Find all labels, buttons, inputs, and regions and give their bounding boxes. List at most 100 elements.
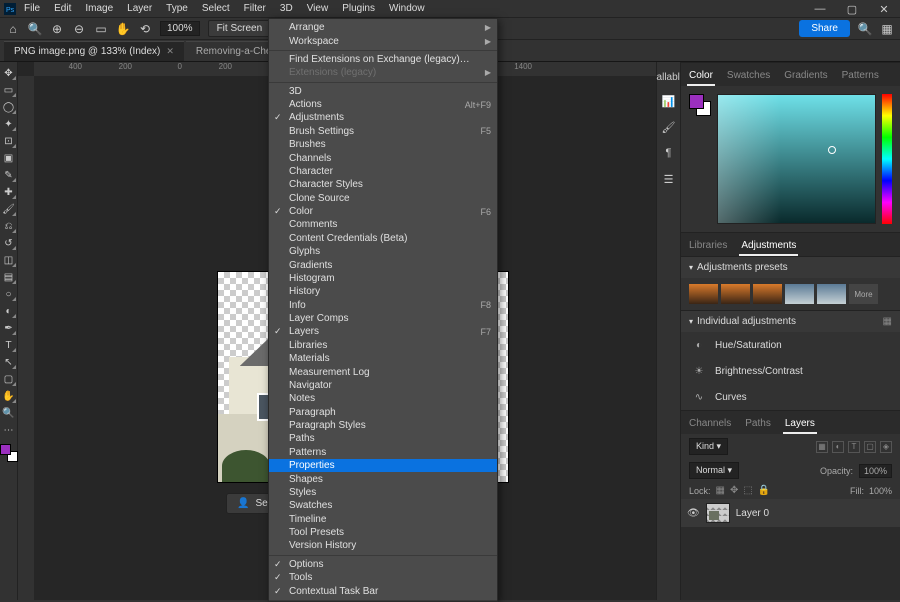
menu-item-comments[interactable]: Comments — [269, 218, 497, 231]
heal-tool-icon[interactable]: ✚ — [2, 185, 16, 199]
menu-file[interactable]: File — [18, 1, 46, 16]
filter-adjust-icon[interactable]: ◐ — [832, 441, 844, 453]
home-icon[interactable]: ⌂ — [6, 22, 20, 36]
menu-item-color[interactable]: ✓ColorF6 — [269, 205, 497, 218]
zoom-in-icon[interactable]: ⊕ — [50, 22, 64, 36]
menu-item-history[interactable]: History — [269, 285, 497, 298]
eraser-tool-icon[interactable]: ◫ — [2, 253, 16, 267]
menu-plugins[interactable]: Plugins — [336, 1, 381, 16]
picker-fg-swatch[interactable] — [689, 94, 704, 109]
zoom-out-icon[interactable]: ⊖ — [72, 22, 86, 36]
crop-tool-icon[interactable]: ⊡ — [2, 134, 16, 148]
tab-adjustments[interactable]: Adjustments — [739, 237, 798, 256]
menu-item-materials[interactable]: Materials — [269, 352, 497, 365]
preset-thumb[interactable] — [689, 284, 718, 304]
menu-item-gradients[interactable]: Gradients — [269, 258, 497, 271]
layer-row[interactable]: 👁 Layer 0 — [681, 499, 900, 528]
menu-3d[interactable]: 3D — [274, 1, 299, 16]
close-icon[interactable]: ✕ — [868, 0, 900, 18]
zoom-tool-icon[interactable]: 🔍 — [28, 22, 42, 36]
filter-type-icon[interactable]: T — [848, 441, 860, 453]
menu-item-clone-source[interactable]: Clone Source — [269, 192, 497, 205]
menu-item-tool-presets[interactable]: Tool Presets — [269, 526, 497, 539]
menu-item-content-credentials-beta-[interactable]: Content Credentials (Beta) — [269, 232, 497, 245]
menu-view[interactable]: View — [301, 1, 335, 16]
move-tool-icon[interactable]: ✥ — [2, 66, 16, 80]
brush-tool-icon[interactable]: 🖌 — [2, 202, 16, 216]
menu-item-options[interactable]: ✓Options — [269, 558, 497, 571]
fit-screen-button[interactable]: Fit Screen — [208, 20, 272, 37]
preset-thumb[interactable] — [721, 284, 750, 304]
share-button[interactable]: Share — [799, 20, 850, 37]
tab-paths[interactable]: Paths — [743, 415, 773, 434]
hue-slider[interactable] — [882, 94, 892, 224]
menu-item-timeline[interactable]: Timeline — [269, 513, 497, 526]
tab-color[interactable]: Color — [687, 67, 715, 86]
preset-thumb[interactable] — [817, 284, 846, 304]
menu-item-info[interactable]: InfoF8 — [269, 299, 497, 312]
history-brush-icon[interactable]: ↺ — [2, 236, 16, 250]
minimize-icon[interactable]: — — [804, 0, 836, 18]
marquee-tool-icon[interactable]: ▭ — [2, 83, 16, 97]
menu-item-tools[interactable]: ✓Tools — [269, 571, 497, 584]
adj-hue-saturation[interactable]: ◐ Hue/Saturation — [681, 332, 900, 358]
menu-item-navigator[interactable]: Navigator — [269, 379, 497, 392]
menu-window[interactable]: Window — [383, 1, 431, 16]
menu-item-libraries[interactable]: Libraries — [269, 339, 497, 352]
menu-item-paths[interactable]: Paths — [269, 432, 497, 445]
layer-name[interactable]: Layer 0 — [736, 508, 769, 519]
tab-gradients[interactable]: Gradients — [782, 67, 829, 86]
menu-item-histogram[interactable]: Histogram — [269, 272, 497, 285]
menu-item-paragraph-styles[interactable]: Paragraph Styles — [269, 419, 497, 432]
menu-item-find-extensions-on-exchange-legacy-[interactable]: Find Extensions on Exchange (legacy)… — [269, 53, 497, 66]
menu-item-measurement-log[interactable]: Measurement Log — [269, 365, 497, 378]
fit-icon[interactable]: ▭ — [94, 22, 108, 36]
lock-position-icon[interactable]: ✥ — [730, 485, 738, 496]
shape-tool-icon[interactable]: ▢ — [2, 372, 16, 386]
menu-item-glyphs[interactable]: Glyphs — [269, 245, 497, 258]
frame-tool-icon[interactable]: ▣ — [2, 151, 16, 165]
preset-thumb[interactable] — [785, 284, 814, 304]
menu-image[interactable]: Image — [79, 1, 119, 16]
lock-all-icon[interactable]: 🔒 — [758, 485, 770, 496]
menu-type[interactable]: Type — [160, 1, 194, 16]
menu-filter[interactable]: Filter — [238, 1, 272, 16]
color-field[interactable] — [717, 94, 876, 224]
zoom-level-input[interactable]: 100% — [160, 21, 200, 36]
hand-icon[interactable]: ✋ — [116, 22, 130, 36]
stamp-tool-icon[interactable]: ⎌ — [2, 219, 16, 233]
menu-item-paragraph[interactable]: Paragraph — [269, 406, 497, 419]
menu-item-notes[interactable]: Notes — [269, 392, 497, 405]
menu-item-3d[interactable]: 3D — [269, 85, 497, 98]
menu-item-styles[interactable]: Styles — [269, 486, 497, 499]
histogram-icon[interactable]: 📊 — [661, 93, 677, 109]
lock-pixels-icon[interactable]: ▦ — [716, 485, 725, 496]
menu-item-actions[interactable]: ActionsAlt+F9 — [269, 98, 497, 111]
maximize-icon[interactable]: ▢ — [836, 0, 868, 18]
filter-shape-icon[interactable]: ▢ — [864, 441, 876, 453]
preset-thumb[interactable] — [753, 284, 782, 304]
menu-item-brush-settings[interactable]: Brush SettingsF5 — [269, 125, 497, 138]
tab-patterns[interactable]: Patterns — [840, 67, 881, 86]
menu-edit[interactable]: Edit — [48, 1, 77, 16]
layer-thumbnail[interactable] — [706, 503, 730, 523]
hand-tool-icon[interactable]: ✋ — [2, 389, 16, 403]
menu-item-properties[interactable]: Properties — [269, 459, 497, 472]
menu-item-patterns[interactable]: Patterns — [269, 446, 497, 459]
blend-mode-select[interactable]: Normal ▾ — [689, 462, 739, 479]
presets-header[interactable]: ▾ Adjustments presets — [681, 256, 900, 278]
filter-pixel-icon[interactable]: ▦ — [816, 441, 828, 453]
tab-swatches[interactable]: Swatches — [725, 67, 772, 86]
tab-layers[interactable]: Layers — [783, 415, 817, 434]
menu-item-contextual-task-bar[interactable]: ✓Contextual Task Bar — [269, 584, 497, 597]
tab-libraries[interactable]: Libraries — [687, 237, 729, 256]
eyedropper-tool-icon[interactable]: ✎ — [2, 168, 16, 182]
tab-channels[interactable]: Channels — [687, 415, 733, 434]
tab-png-image[interactable]: PNG image.png @ 133% (Index) ✕ — [4, 41, 184, 61]
menu-item-brushes[interactable]: Brushes — [269, 138, 497, 151]
menu-layer[interactable]: Layer — [121, 1, 158, 16]
menu-item-layer-comps[interactable]: Layer Comps — [269, 312, 497, 325]
pen-tool-icon[interactable]: ✒ — [2, 321, 16, 335]
menu-item-character[interactable]: Character — [269, 165, 497, 178]
menu-item-layers[interactable]: ✓LayersF7 — [269, 325, 497, 338]
